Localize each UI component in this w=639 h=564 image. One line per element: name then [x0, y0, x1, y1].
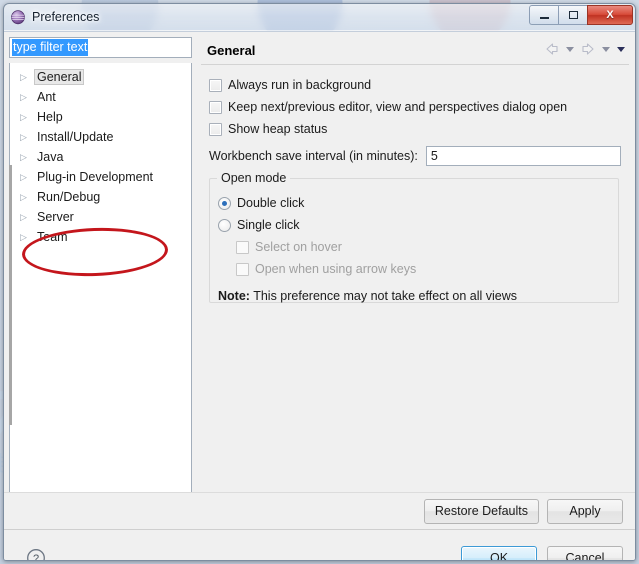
tree-item-label: Plug-in Development [37, 170, 154, 184]
checkbox-icon [236, 262, 249, 276]
chevron-down-icon[interactable] [602, 46, 610, 52]
expand-arrow-icon[interactable]: ▷ [20, 92, 34, 102]
open-mode-note: Note: This preference may not take effec… [218, 289, 618, 303]
cancel-button[interactable]: Cancel [547, 545, 623, 560]
preference-tree[interactable]: ▷ General ▷ Ant ▷ Help ▷ Install/Update … [9, 63, 192, 495]
restore-defaults-button[interactable]: Restore Defaults [423, 498, 539, 524]
filter-input[interactable]: type filter text [9, 37, 192, 58]
tree-item-label: Help [37, 110, 63, 124]
expand-arrow-icon[interactable]: ▷ [20, 112, 34, 122]
arrow-left-icon[interactable] [543, 40, 561, 58]
note-prefix: Note: [218, 289, 250, 303]
window-titlebar[interactable]: Preferences X [4, 4, 635, 31]
preference-tree-panel: type filter text ▷ General ▷ Ant ▷ Help … [9, 37, 197, 495]
expand-arrow-icon[interactable]: ▷ [20, 72, 34, 82]
save-interval-label: Workbench save interval (in minutes): [209, 149, 418, 163]
open-mode-legend: Open mode [217, 171, 291, 185]
tree-item-label: Run/Debug [37, 190, 101, 204]
tree-item-run-debug[interactable]: ▷ Run/Debug [10, 187, 191, 207]
close-button[interactable]: X [587, 5, 633, 25]
expand-arrow-icon[interactable]: ▷ [20, 152, 34, 162]
checkbox-label: Select on hover [255, 240, 342, 254]
ok-button[interactable]: OK [461, 545, 537, 560]
checkbox-label: Open when using arrow keys [255, 262, 417, 276]
minimize-icon [539, 17, 549, 19]
radio-icon[interactable] [218, 196, 231, 210]
tree-scrollbar[interactable] [9, 165, 12, 425]
apply-button[interactable]: Apply [547, 498, 623, 524]
dialog-button-bar: ? OK Cancel [4, 529, 635, 561]
ok-cancel-buttons: OK Cancel [461, 545, 623, 560]
page-title: General [207, 43, 256, 58]
tree-item-label: Server [37, 210, 74, 224]
tree-item-label: Java [37, 150, 64, 164]
apply-button-bar: Restore Defaults Apply [4, 492, 635, 529]
checkbox-icon[interactable] [209, 122, 222, 136]
tree-item-server[interactable]: ▷ Server [10, 207, 191, 227]
dialog-body: type filter text ▷ General ▷ Ant ▷ Help … [4, 31, 635, 561]
radio-label: Double click [237, 196, 305, 210]
save-interval-input[interactable]: 5 [425, 146, 621, 166]
tree-item-label: General [34, 69, 85, 85]
checkbox-keep-next-previous-editor[interactable]: Keep next/previous editor, view and pers… [209, 96, 629, 118]
chevron-down-icon[interactable] [566, 46, 574, 52]
expand-arrow-icon[interactable]: ▷ [20, 212, 34, 222]
expand-arrow-icon[interactable]: ▷ [20, 172, 34, 182]
question-mark-help-icon[interactable]: ? [26, 548, 46, 561]
radio-double-click[interactable]: Double click [218, 192, 618, 214]
preferences-dialog: Preferences X type filter text ▷ General… [3, 3, 636, 561]
open-mode-group: Open mode Double click Single click Sele… [209, 171, 619, 303]
tree-item-help[interactable]: ▷ Help [10, 107, 191, 127]
expand-arrow-icon[interactable]: ▷ [20, 132, 34, 142]
checkbox-icon[interactable] [209, 78, 222, 92]
preference-page-panel: General Always run in background Keep ne… [201, 37, 629, 495]
tree-item-team[interactable]: ▷ Team [10, 227, 191, 247]
page-navigation [543, 40, 627, 58]
checkbox-icon [236, 240, 249, 254]
window-controls: X [529, 5, 633, 26]
tree-item-label: Install/Update [37, 130, 114, 144]
expand-arrow-icon[interactable]: ▷ [20, 192, 34, 202]
checkbox-icon[interactable] [209, 100, 222, 114]
note-text: This preference may not take effect on a… [253, 289, 517, 303]
tree-item-ant[interactable]: ▷ Ant [10, 87, 191, 107]
filter-input-value: type filter text [12, 39, 89, 56]
expand-arrow-icon[interactable]: ▷ [20, 232, 34, 242]
page-body: Always run in background Keep next/previ… [201, 65, 629, 303]
checkbox-label: Always run in background [228, 78, 372, 92]
maximize-button[interactable] [558, 5, 587, 25]
content-area: type filter text ▷ General ▷ Ant ▷ Help … [4, 32, 635, 500]
chevron-down-icon[interactable] [617, 46, 625, 52]
window-title: Preferences [32, 10, 100, 24]
checkbox-show-heap-status[interactable]: Show heap status [209, 118, 629, 140]
tree-item-label: Team [37, 230, 68, 244]
save-interval-row: Workbench save interval (in minutes): 5 [209, 144, 629, 168]
tree-item-general[interactable]: ▷ General [10, 67, 191, 87]
checkbox-always-run-in-background[interactable]: Always run in background [209, 74, 629, 96]
tree-item-label: Ant [37, 90, 56, 104]
checkbox-label: Show heap status [228, 122, 328, 136]
radio-single-click[interactable]: Single click [218, 214, 618, 236]
checkbox-open-when-using-arrow-keys: Open when using arrow keys [236, 258, 618, 280]
arrow-right-icon[interactable] [579, 40, 597, 58]
tree-item-java[interactable]: ▷ Java [10, 147, 191, 167]
radio-label: Single click [237, 218, 300, 232]
minimize-button[interactable] [529, 5, 558, 25]
preferences-sphere-icon [10, 9, 26, 25]
tree-item-plug-in-development[interactable]: ▷ Plug-in Development [10, 167, 191, 187]
radio-icon[interactable] [218, 218, 231, 232]
maximize-icon [568, 11, 578, 19]
svg-text:?: ? [33, 553, 39, 561]
tree-item-install-update[interactable]: ▷ Install/Update [10, 127, 191, 147]
checkbox-label: Keep next/previous editor, view and pers… [228, 100, 568, 114]
page-header: General [201, 37, 629, 65]
checkbox-select-on-hover: Select on hover [236, 236, 618, 258]
